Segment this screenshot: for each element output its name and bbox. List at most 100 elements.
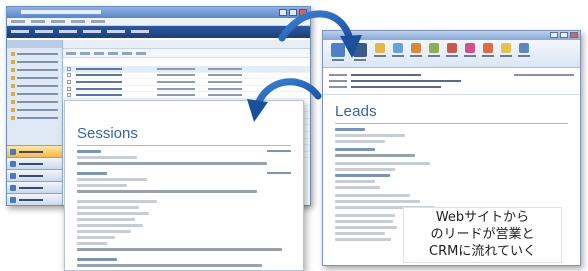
sidebar-header — [7, 40, 62, 48]
menu-item[interactable] — [71, 20, 85, 23]
table-row[interactable] — [63, 92, 310, 99]
sales-icon — [10, 160, 16, 167]
crm-nav-bar — [7, 26, 310, 38]
leads-heading: Leads — [335, 103, 377, 120]
nav-item[interactable] — [131, 30, 149, 33]
sidebar-item[interactable] — [11, 51, 58, 56]
folder-icon — [11, 75, 15, 80]
folder-icon — [11, 51, 15, 56]
toolbar-button[interactable] — [94, 52, 104, 55]
sidebar-item[interactable] — [11, 91, 58, 96]
nav-item[interactable] — [59, 30, 77, 33]
forward-icon — [375, 43, 385, 53]
folder-icon — [11, 99, 15, 104]
email-ribbon — [323, 40, 580, 68]
junk-button[interactable] — [445, 43, 459, 57]
menu-item[interactable] — [51, 20, 65, 23]
reply-button[interactable] — [329, 43, 347, 61]
nav-item[interactable] — [35, 30, 53, 33]
sidebar-item[interactable] — [11, 75, 58, 80]
table-row[interactable] — [63, 79, 310, 86]
marketing-icon — [10, 172, 16, 179]
nav-item[interactable] — [107, 30, 125, 33]
wunderbar-button[interactable] — [7, 169, 62, 181]
workplace-icon — [10, 148, 16, 155]
envelope-icon — [501, 43, 511, 53]
sidebar-item[interactable] — [11, 99, 58, 104]
session-link[interactable] — [267, 172, 291, 174]
wunderbar-button[interactable] — [7, 157, 62, 169]
wunderbar-button[interactable] — [7, 181, 62, 193]
flag-icon — [483, 43, 493, 53]
settings-icon — [10, 196, 16, 203]
table-row[interactable] — [63, 73, 310, 80]
crm-title-bar — [7, 7, 310, 18]
menu-item[interactable] — [31, 20, 45, 23]
crm-grid-toolbar — [63, 49, 310, 58]
wunderbar-button-active[interactable] — [7, 145, 62, 157]
sessions-page: Sessions — [64, 100, 304, 271]
folder-icon — [11, 91, 15, 96]
sidebar-item[interactable] — [11, 67, 58, 72]
junk-icon — [447, 43, 457, 53]
mark-unread-button[interactable] — [499, 43, 513, 57]
table-row[interactable] — [63, 86, 310, 93]
menu-item[interactable] — [11, 20, 25, 23]
rules-button[interactable] — [409, 43, 423, 57]
folder-icon — [11, 83, 15, 88]
minimize-icon[interactable] — [279, 9, 287, 16]
grid-header-row — [63, 66, 310, 73]
sidebar-item[interactable] — [11, 59, 58, 64]
session-block — [77, 150, 291, 165]
menu-item[interactable] — [91, 20, 105, 23]
toolbar-button[interactable] — [136, 52, 146, 55]
service-icon — [10, 184, 16, 191]
session-block — [77, 172, 291, 193]
caption-line: のリードが営業と — [430, 227, 535, 242]
sidebar-item[interactable] — [11, 83, 58, 88]
nav-item[interactable] — [11, 30, 29, 33]
close-icon[interactable] — [299, 9, 307, 16]
folder-icon — [11, 115, 15, 120]
maximize-icon[interactable] — [289, 9, 297, 16]
toolbar-button[interactable] — [108, 52, 118, 55]
session-link[interactable] — [267, 150, 291, 152]
wunderbar-button[interactable] — [7, 193, 62, 205]
crm-view-header — [63, 40, 310, 49]
crm-sidebar — [7, 40, 63, 205]
delete-button[interactable] — [351, 43, 369, 61]
session-block — [77, 200, 291, 251]
email-headers — [323, 68, 580, 95]
rules-icon — [411, 43, 421, 53]
toolbar-button[interactable] — [80, 52, 90, 55]
minimize-icon[interactable] — [550, 32, 558, 38]
crm-window-title — [21, 10, 101, 14]
maximize-icon[interactable] — [560, 32, 568, 38]
category-button[interactable] — [463, 43, 477, 57]
sidebar-item[interactable] — [11, 115, 58, 120]
forward-button[interactable] — [373, 43, 387, 57]
find-icon — [519, 43, 529, 53]
reply-icon — [331, 43, 345, 57]
toolbar-button[interactable] — [66, 52, 76, 55]
actions-icon — [429, 43, 439, 53]
caption-line: CRMに流れていく — [429, 244, 536, 259]
folder-icon — [11, 67, 15, 72]
email-title-bar — [323, 31, 580, 40]
move-button[interactable] — [391, 43, 405, 57]
crm-menu-bar — [7, 18, 310, 26]
caption-line: Webサイトから — [435, 210, 530, 225]
folder-icon — [11, 59, 15, 64]
flag-button[interactable] — [481, 43, 495, 57]
actions-button[interactable] — [427, 43, 441, 57]
caption-box: Webサイトから のリードが営業と CRMに流れていく — [403, 207, 562, 263]
close-icon[interactable] — [570, 32, 578, 38]
sessions-heading: Sessions — [77, 125, 138, 142]
find-button[interactable] — [517, 43, 531, 57]
delete-icon — [353, 43, 367, 57]
nav-item[interactable] — [83, 30, 101, 33]
sidebar-item[interactable] — [11, 107, 58, 112]
sidebar-wunderbar — [7, 145, 62, 205]
folder-icon — [11, 107, 15, 112]
toolbar-button[interactable] — [122, 52, 132, 55]
